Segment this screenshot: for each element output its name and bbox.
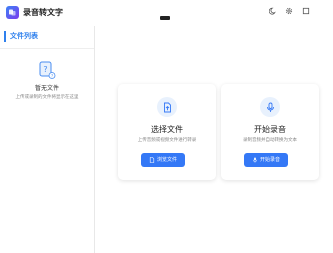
- start-recording-button[interactable]: 开始录音: [244, 153, 288, 167]
- app-logo-icon: [6, 6, 19, 19]
- start-recording-card: 开始录音 录制音频并自动转换为文本 开始录音: [221, 84, 319, 180]
- upload-file-icon: [157, 97, 177, 117]
- microphone-icon: [252, 157, 258, 163]
- sidebar-header: 文件列表: [4, 31, 38, 42]
- card-title: 选择文件: [151, 125, 183, 134]
- card-description: 上传音频或视频文件进行转录: [137, 138, 197, 143]
- empty-title: 暂无文件: [34, 85, 59, 92]
- file-icon: [149, 157, 155, 163]
- microphone-icon: [260, 97, 280, 117]
- top-indicator: [160, 16, 170, 20]
- svg-text:?: ?: [51, 73, 53, 78]
- sidebar-divider: [0, 48, 94, 49]
- window-icon[interactable]: [299, 4, 313, 18]
- sidebar: 文件列表 ? ? 暂无文件 上传或录制的文件将显示在这里: [0, 26, 95, 253]
- app-title: 录音转文字: [23, 8, 63, 17]
- start-recording-label: 开始录音: [259, 157, 280, 163]
- svg-text:?: ?: [43, 65, 47, 74]
- select-file-card: 选择文件 上传音频或视频文件进行转录 浏览文件: [118, 84, 216, 180]
- browse-files-label: 浏览文件: [156, 157, 177, 163]
- title-bar: 录音转文字: [0, 0, 333, 26]
- browse-files-button[interactable]: 浏览文件: [141, 153, 185, 167]
- moon-icon[interactable]: [266, 4, 280, 18]
- card-title: 开始录音: [254, 125, 286, 134]
- empty-file-icon: ? ?: [37, 61, 57, 81]
- card-description: 录制音频并自动转换为文本: [243, 138, 297, 143]
- empty-subtitle: 上传或录制的文件将显示在这里: [15, 95, 79, 100]
- gear-icon[interactable]: [282, 4, 296, 18]
